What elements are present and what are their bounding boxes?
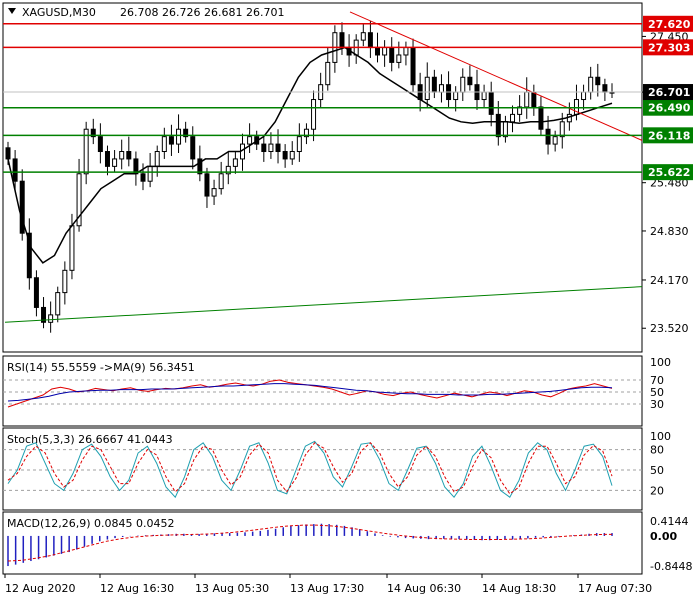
candle-body xyxy=(502,121,508,138)
time-tick-label: 12 Aug 16:30 xyxy=(100,582,174,595)
stoch-title: Stoch(5,3,3) 26.6667 41.0443 xyxy=(7,433,173,446)
rsi-tick-label: 50 xyxy=(650,386,664,399)
candle-body xyxy=(126,151,132,160)
candle-body xyxy=(5,147,11,160)
candle-body xyxy=(62,269,68,294)
candle-body xyxy=(467,76,473,86)
candle-body xyxy=(602,84,608,93)
price-tick-label: 23.520 xyxy=(650,322,689,335)
candle-body xyxy=(396,54,402,63)
macd-tick-label: 0.00 xyxy=(650,530,677,543)
candle-body xyxy=(382,47,388,56)
candle-body xyxy=(275,143,281,153)
candle-body xyxy=(33,277,39,308)
candle-body xyxy=(261,143,267,153)
candle-body xyxy=(360,32,366,41)
symbol-title: XAGUSD,M30 xyxy=(22,6,96,19)
candle-body xyxy=(403,47,409,56)
candle-body xyxy=(545,128,551,145)
level-label: 27.303 xyxy=(648,41,690,54)
candle-body xyxy=(154,151,160,167)
candle-body xyxy=(268,143,274,153)
candle-body xyxy=(460,76,466,93)
stoch-tick-label: 80 xyxy=(650,444,664,457)
candle-body xyxy=(176,128,182,145)
time-tick-label: 13 Aug 05:30 xyxy=(195,582,269,595)
stoch-tick-label: 20 xyxy=(650,484,664,497)
candle-body xyxy=(204,173,210,197)
candle-body xyxy=(552,136,558,145)
rsi-tick-label: 30 xyxy=(650,398,664,411)
candle-body xyxy=(559,121,565,138)
candle-body xyxy=(325,61,331,86)
candle-body xyxy=(431,76,437,93)
time-tick-label: 12 Aug 2020 xyxy=(5,582,75,595)
rsi-tick-label: 70 xyxy=(650,374,664,387)
candle-body xyxy=(453,91,459,101)
candle-body xyxy=(69,225,75,271)
candle-body xyxy=(104,151,110,167)
candle-body xyxy=(282,151,288,160)
level-label: 26.490 xyxy=(648,102,691,115)
level-label: 27.620 xyxy=(648,18,691,31)
candle-body xyxy=(410,47,416,86)
macd-tick-label: -0.8448 xyxy=(650,560,692,573)
candle-body xyxy=(211,188,217,197)
candle-body xyxy=(438,84,444,93)
candle-body xyxy=(97,136,103,153)
candle-body xyxy=(311,99,317,130)
candle-body xyxy=(190,136,196,160)
macd-title: MACD(12,26,9) 0.0845 0.0452 xyxy=(7,517,175,530)
ohlc-readout: 26.708 26.726 26.681 26.701 xyxy=(120,6,284,19)
price-tick-label: 24.830 xyxy=(650,225,689,238)
level-label: 25.622 xyxy=(648,166,690,179)
macd-tick-label: 0.4144 xyxy=(650,515,689,528)
rsi-tick-label: 100 xyxy=(650,356,671,369)
candle-body xyxy=(247,136,253,145)
candle-body xyxy=(488,91,494,115)
candle-body xyxy=(339,32,345,49)
candle-body xyxy=(48,314,54,323)
level-label: 26.118 xyxy=(648,129,690,142)
candle-body xyxy=(119,151,125,160)
price-tick-label: 24.170 xyxy=(650,274,689,287)
candle-body xyxy=(481,91,487,101)
stoch-tick-label: 100 xyxy=(650,430,671,443)
candle-body xyxy=(12,158,18,182)
candle-body xyxy=(424,76,430,101)
chart-canvas: 23.52024.17024.83025.48026.70027.45027.6… xyxy=(2,2,693,595)
candle-body xyxy=(510,113,516,123)
time-tick-label: 17 Aug 07:30 xyxy=(578,582,652,595)
candle-body xyxy=(375,47,381,56)
candle-body xyxy=(289,151,295,160)
candle-body xyxy=(140,173,146,182)
candle-body xyxy=(55,292,61,316)
candle-body xyxy=(168,136,174,145)
stoch-tick-label: 50 xyxy=(650,464,664,477)
current-price-label: 26.701 xyxy=(648,86,690,99)
candle-body xyxy=(161,136,167,153)
candle-body xyxy=(147,165,153,182)
candle-body xyxy=(232,158,238,167)
time-tick-label: 13 Aug 17:30 xyxy=(290,582,364,595)
candle-body xyxy=(296,136,302,153)
candle-body xyxy=(588,76,594,93)
candle-body xyxy=(112,158,118,167)
candle-body xyxy=(581,91,587,101)
candle-body xyxy=(524,91,530,108)
candle-body xyxy=(595,76,601,86)
candle-body xyxy=(367,32,373,49)
candle-body xyxy=(531,91,537,108)
candle-body xyxy=(495,113,501,138)
time-tick-label: 14 Aug 18:30 xyxy=(482,582,556,595)
rsi-title: RSI(14) 55.5559 ->MA(9) 56.3451 xyxy=(7,361,195,374)
candle-body xyxy=(389,47,395,63)
candle-body xyxy=(218,173,224,190)
time-tick-label: 14 Aug 06:30 xyxy=(387,582,461,595)
candle-body xyxy=(538,106,544,130)
